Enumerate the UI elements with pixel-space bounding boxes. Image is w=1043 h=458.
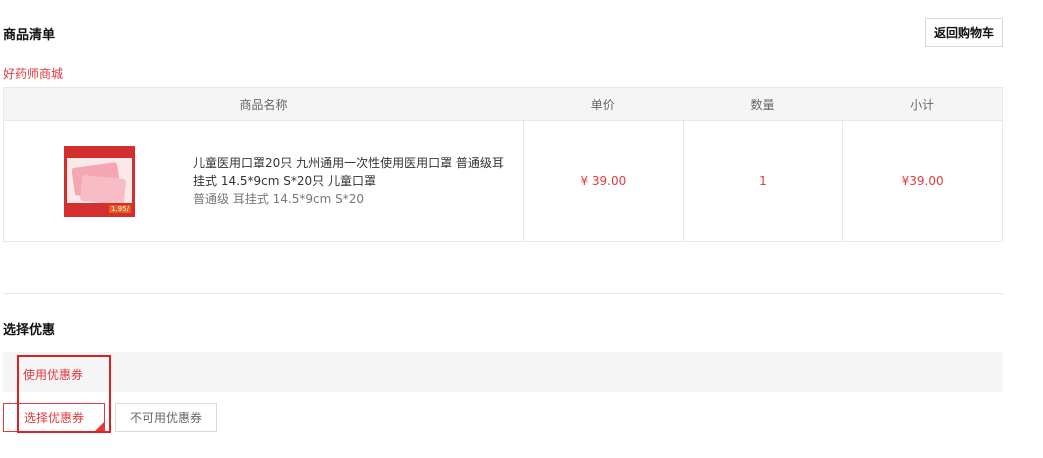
table-row: 1.95/ 儿童医用口罩20只 九州通用一次性使用医用口罩 普通级耳挂式 14.… <box>4 121 1002 241</box>
use-coupon-label[interactable]: 使用优惠券 <box>23 366 83 383</box>
tab-unavailable-coupon-label: 不可用优惠券 <box>129 411 202 425</box>
goods-list-title: 商品清单 <box>3 28 56 43</box>
quantity-value: 1 <box>682 121 843 241</box>
subtotal-value: ¥39.00 <box>842 121 1002 241</box>
section-divider <box>3 293 1003 294</box>
goods-table: 商品名称 单价 数量 小计 1.95/ 儿童医用口罩20只 九州通用一次性使用医… <box>3 87 1003 242</box>
product-thumbnail[interactable]: 1.95/ <box>64 145 135 217</box>
tab-unavailable-coupon[interactable]: 不可用优惠券 <box>115 403 217 432</box>
tab-corner-check-icon <box>95 422 104 431</box>
product-spec: 普通级 耳挂式 14.5*9cm S*20 <box>193 192 364 206</box>
tab-select-coupon-label: 选择优惠券 <box>23 411 84 425</box>
tab-select-coupon[interactable]: 选择优惠券 <box>3 403 105 432</box>
store-name-link[interactable]: 好药师商城 <box>3 65 63 82</box>
product-info: 儿童医用口罩20只 九州通用一次性使用医用口罩 普通级耳挂式 14.5*9cm … <box>193 154 511 208</box>
back-to-cart-button[interactable]: 返回购物车 <box>925 18 1003 47</box>
product-cell: 1.95/ 儿童医用口罩20只 九州通用一次性使用医用口罩 普通级耳挂式 14.… <box>4 121 523 241</box>
thumbnail-price-tag: 1.95/ <box>109 204 131 213</box>
column-header-subtotal: 小计 <box>910 97 935 112</box>
coupon-bar <box>3 352 1003 392</box>
table-header: 商品名称 单价 数量 小计 <box>4 88 1002 121</box>
unit-price-value: ¥ 39.00 <box>523 121 683 241</box>
column-header-name: 商品名称 <box>239 97 288 112</box>
product-name-link[interactable]: 儿童医用口罩20只 九州通用一次性使用医用口罩 普通级耳挂式 14.5*9cm … <box>193 154 511 190</box>
coupon-section-title: 选择优惠 <box>3 323 56 338</box>
column-header-unit-price: 单价 <box>590 97 615 112</box>
column-header-quantity: 数量 <box>750 97 775 112</box>
